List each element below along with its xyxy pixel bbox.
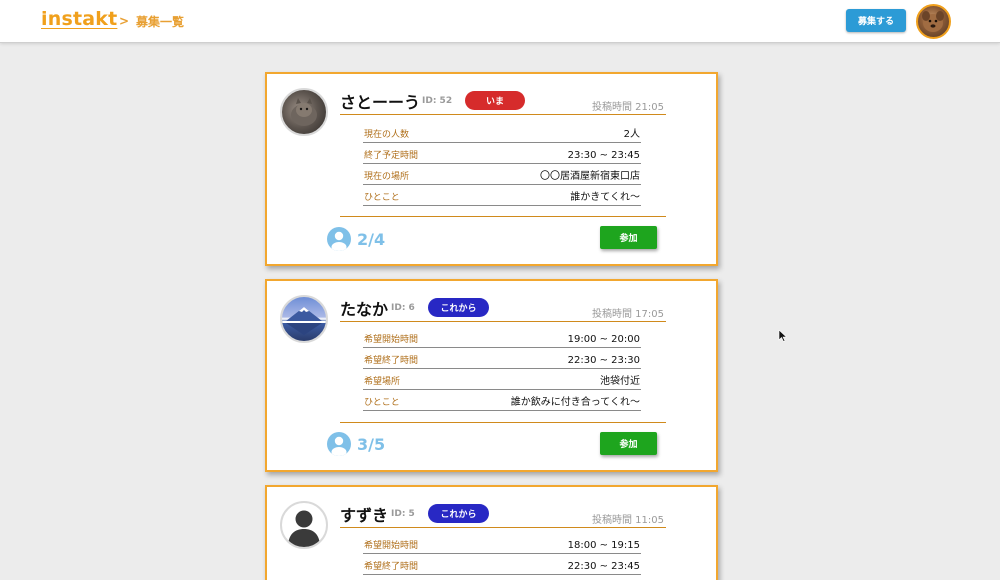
info-label: 希望開始時間 — [364, 335, 419, 345]
user-avatar[interactable] — [916, 4, 951, 39]
default-user-icon — [288, 510, 320, 547]
info-value: 〇〇居酒屋新宿東口店 — [540, 171, 640, 182]
info-row: 現在の場所 〇〇居酒屋新宿東口店 — [363, 164, 641, 185]
info-value: 19:00 ~ 20:00 — [567, 334, 640, 345]
info-label: 希望終了時間 — [364, 356, 419, 366]
poster-name: たなか — [340, 300, 389, 319]
info-label: 希望終了時間 — [364, 562, 419, 572]
info-row: ひとこと 誰かきてくれ〜 — [363, 185, 641, 206]
info-label: 希望開始時間 — [364, 541, 419, 551]
poster-name: すずき — [340, 506, 389, 525]
app-header: instakt > 募集一覧 募集する — [0, 0, 1000, 43]
create-recruitment-button[interactable]: 募集する — [846, 9, 906, 32]
divider — [340, 216, 666, 217]
info-row: 希望開始時間 19:00 ~ 20:00 — [363, 327, 641, 348]
info-label: 現在の人数 — [364, 130, 410, 140]
post-card: さとーーう ID: 52 いま 投稿時間 21:05 現在の人数 2人 終了予定… — [265, 72, 718, 266]
status-badge: これから — [428, 504, 489, 523]
post-time: 投稿時間 11:05 — [592, 515, 664, 526]
post-card: すずき ID: 5 これから 投稿時間 11:05 希望開始時間 18:00 ~… — [265, 485, 718, 580]
poster-avatar[interactable] — [280, 88, 328, 136]
divider — [340, 527, 666, 528]
info-value: 池袋付近 — [600, 376, 640, 387]
info-row: 終了予定時間 23:30 ~ 23:45 — [363, 143, 641, 164]
divider — [340, 321, 666, 322]
participants-icon — [327, 227, 351, 251]
info-value: 22:30 ~ 23:45 — [567, 561, 640, 572]
poster-id: ID: 52 — [422, 96, 453, 106]
info-label: 希望場所 — [364, 377, 401, 387]
participants-icon — [327, 432, 351, 456]
mountain-photo-icon — [282, 307, 326, 335]
info-label: 終了予定時間 — [364, 151, 419, 161]
info-value: 22:30 ~ 23:30 — [567, 355, 640, 366]
post-time: 投稿時間 17:05 — [592, 309, 664, 320]
poster-avatar[interactable] — [280, 501, 328, 549]
info-row: 希望終了時間 22:30 ~ 23:30 — [363, 348, 641, 369]
mouse-cursor-icon — [778, 330, 788, 342]
divider — [340, 114, 666, 115]
join-button[interactable]: 参加 — [600, 432, 657, 455]
info-row: 現在の人数 2人 — [363, 122, 641, 143]
status-badge: これから — [428, 298, 489, 317]
poster-id: ID: 5 — [391, 509, 415, 519]
participant-count: 3/5 — [357, 435, 386, 454]
info-value: 2人 — [623, 129, 640, 140]
poster-avatar[interactable] — [280, 295, 328, 343]
post-time: 投稿時間 21:05 — [592, 102, 664, 113]
cat-photo-icon — [291, 98, 317, 126]
dog-photo-icon — [922, 11, 944, 32]
info-value: 23:30 ~ 23:45 — [567, 150, 640, 161]
info-label: ひとこと — [364, 193, 400, 203]
info-row: ひとこと 誰か飲みに付き合ってくれ〜 — [363, 390, 641, 411]
poster-name: さとーーう — [340, 93, 421, 112]
info-value: 誰か飲みに付き合ってくれ〜 — [510, 397, 640, 408]
poster-id: ID: 6 — [391, 303, 415, 313]
info-row: 希望終了時間 22:30 ~ 23:45 — [363, 554, 641, 575]
breadcrumb-current-page: 募集一覧 — [136, 15, 185, 29]
info-row: 希望開始時間 18:00 ~ 19:15 — [363, 533, 641, 554]
post-card: たなか ID: 6 これから 投稿時間 17:05 希望開始時間 19:00 ~… — [265, 279, 718, 472]
participant-count: 2/4 — [357, 230, 386, 249]
status-badge: いま — [465, 91, 525, 110]
info-label: 現在の場所 — [364, 172, 410, 182]
info-label: ひとこと — [364, 398, 400, 408]
info-value: 誰かきてくれ〜 — [570, 192, 640, 203]
divider — [340, 422, 666, 423]
logo-link[interactable]: instakt — [41, 8, 117, 30]
join-button[interactable]: 参加 — [600, 226, 657, 249]
info-value: 18:00 ~ 19:15 — [567, 540, 640, 551]
info-row: 希望場所 池袋付近 — [363, 369, 641, 390]
breadcrumb-separator: > — [119, 14, 130, 28]
